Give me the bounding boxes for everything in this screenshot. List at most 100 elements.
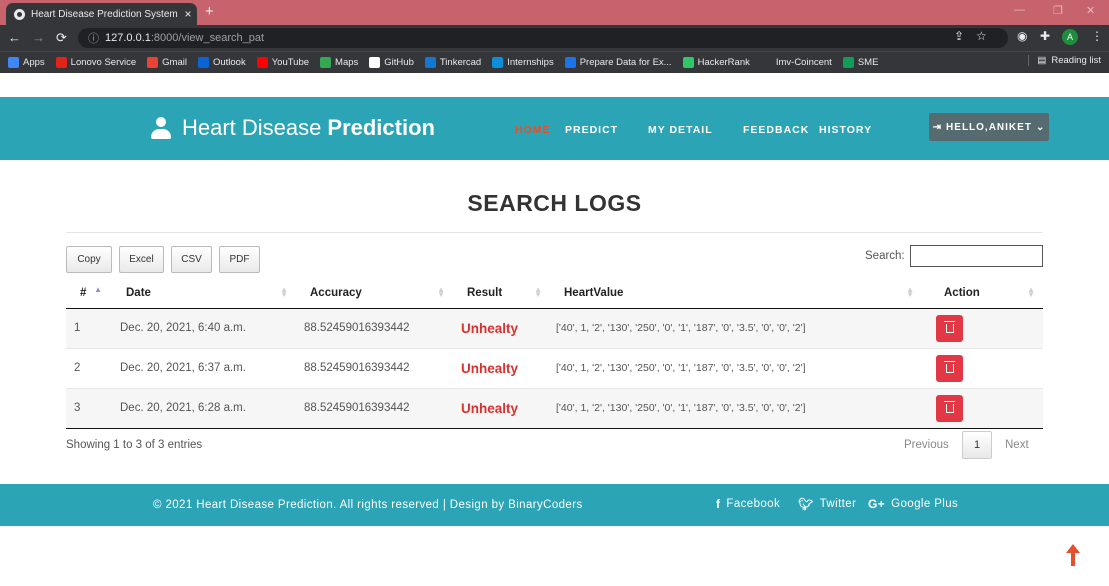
share-icon[interactable]: ⇪ [954, 29, 964, 43]
search-logs-table: # ▲ Date ▲ ▼ Accuracy ▲ ▼ Result ▲ ▼ HeartValue… [66, 278, 1043, 429]
menu-kebab-icon[interactable]: ⋮ [1091, 29, 1103, 43]
row-result: Unhealty [453, 308, 550, 349]
bookmark-item[interactable]: Tinkercad [424, 57, 482, 68]
brand-text-bold: Prediction [327, 115, 435, 140]
copy-button[interactable]: Copy [66, 246, 112, 273]
bookmark-item[interactable]: Apps [8, 57, 45, 68]
browser-tab[interactable]: Heart Disease Prediction System × [6, 3, 197, 25]
sort-asc-icon: ▲ [94, 285, 102, 294]
bookmark-item[interactable]: Prepare Data for Ex... [564, 57, 672, 68]
maximize-icon[interactable]: ❐ [1053, 4, 1063, 17]
bookmark-item[interactable]: YouTube [256, 57, 309, 68]
sheets-icon [842, 57, 854, 68]
next-button[interactable]: Next [1005, 439, 1029, 451]
user-menu-button[interactable]: ⇥ HELLO,ANIKET ⌄ [929, 113, 1049, 141]
column-header-action[interactable]: Action ▲ ▼ [922, 278, 1043, 309]
nav-feedback[interactable]: FEEDBACK [743, 124, 809, 136]
doctor-icon [150, 117, 172, 139]
close-window-icon[interactable]: ✕ [1086, 4, 1095, 17]
sort-icon: ▲ ▼ [1027, 285, 1035, 299]
twitter-label: Twitter [819, 498, 857, 510]
footer-copyright: © 2021 Heart Disease Prediction. All rig… [153, 499, 583, 511]
google-plus-icon: G+ [868, 497, 886, 511]
profile-avatar[interactable]: A [1062, 29, 1078, 45]
reading-list-label: Reading list [1051, 55, 1101, 66]
puzzle-icon[interactable]: ✚ [1040, 29, 1050, 43]
blank-icon [760, 57, 772, 68]
gmail-icon [147, 57, 159, 68]
column-header-date[interactable]: Date ▲ ▼ [110, 278, 296, 309]
facebook-label: Facebook [726, 498, 781, 510]
bookmark-item[interactable]: HackerRank [682, 57, 750, 68]
bookmark-label: GitHub [384, 57, 414, 68]
bookmark-label: SME [857, 57, 879, 68]
hackerrank-icon [682, 57, 694, 68]
reload-icon[interactable]: ⟳ [56, 30, 67, 46]
brand-logo[interactable]: Heart Disease Prediction [150, 115, 435, 141]
reading-list-button[interactable]: ▤ Reading list [1028, 55, 1101, 66]
column-header-result[interactable]: Result ▲ ▼ [453, 278, 550, 309]
row-action [922, 348, 1043, 389]
pdf-button[interactable]: PDF [219, 246, 260, 273]
nav-predict[interactable]: PREDICT [565, 124, 618, 136]
forward-icon[interactable]: → [32, 30, 45, 45]
search-input[interactable] [910, 245, 1043, 267]
delete-button[interactable] [936, 354, 963, 382]
twitter-link[interactable]: 🐦︎ Twitter [798, 497, 856, 511]
scroll-to-top-icon[interactable] [1066, 544, 1080, 566]
page-number-button[interactable]: 1 [962, 431, 992, 459]
facebook-link[interactable]: f Facebook [716, 497, 780, 511]
csv-button[interactable]: CSV [171, 246, 212, 273]
info-icon: ⓘ [88, 33, 99, 45]
minimize-icon[interactable]: — [1014, 4, 1025, 16]
coursera-icon [564, 57, 576, 68]
bookmark-label: Outlook [212, 57, 246, 68]
column-header-accuracy[interactable]: Accuracy ▲ ▼ [296, 278, 453, 309]
bookmark-label: Tinkercad [439, 57, 482, 68]
row-accuracy: 88.52459016393442 [296, 388, 453, 429]
avatar: A [1062, 29, 1078, 45]
nav-home[interactable]: HOME [515, 124, 551, 136]
delete-button[interactable] [936, 314, 963, 342]
nav-history[interactable]: HISTORY [819, 124, 872, 136]
row-heartvalue: ['40', 1, '2', '130', '250', '0', '1', '… [550, 388, 922, 429]
excel-button[interactable]: Excel [119, 246, 164, 273]
url-path: :8000/view_search_pat [150, 32, 265, 44]
bookmark-item[interactable]: Outlook [197, 57, 246, 68]
new-tab-button[interactable]: + [205, 3, 214, 20]
extension-g-icon[interactable]: ◉ [1017, 29, 1027, 43]
previous-button[interactable]: Previous [904, 439, 949, 451]
chevron-down-icon: ⌄ [1035, 121, 1046, 133]
star-icon[interactable]: ☆ [976, 29, 987, 43]
column-header-label: Date [126, 286, 151, 299]
column-header-label: Action [944, 286, 980, 299]
tab-close-button[interactable]: × [179, 7, 197, 21]
column-header-heartvalue[interactable]: HeartValue ▲ ▼ [550, 278, 922, 309]
row-action [922, 388, 1043, 429]
google-plus-label: Google Plus [891, 498, 959, 510]
search-label: Search: [865, 250, 905, 262]
bookmark-item[interactable]: SME [842, 57, 879, 68]
apps-grid-icon [8, 57, 19, 68]
lenovo-icon [55, 57, 67, 68]
google-plus-link[interactable]: G+ Google Plus [868, 497, 958, 511]
address-bar[interactable]: ⓘ 127.0.0.1 :8000/view_search_pat [78, 28, 1008, 48]
bookmark-item[interactable]: Maps [320, 57, 358, 68]
bookmark-item[interactable]: Gmail [147, 57, 187, 68]
column-header-num[interactable]: # ▲ [66, 278, 110, 309]
bookmark-item[interactable]: Imv-Coincent [760, 57, 832, 68]
bookmark-label: Gmail [162, 57, 187, 68]
bookmark-item[interactable]: Lonovo Service [55, 57, 137, 68]
globe-icon [14, 8, 25, 20]
bookmark-label: Maps [335, 57, 359, 68]
bookmark-item[interactable]: Internships [492, 57, 554, 68]
bookmark-item[interactable]: GitHub [369, 57, 414, 68]
bookmark-label: Lonovo Service [70, 57, 137, 68]
sign-in-icon: ⇥ [932, 121, 943, 133]
delete-button[interactable] [936, 394, 963, 422]
row-accuracy: 88.52459016393442 [296, 308, 453, 349]
site-footer: © 2021 Heart Disease Prediction. All rig… [0, 484, 1109, 526]
back-icon[interactable]: ← [8, 30, 21, 45]
nav-my-detail[interactable]: MY DETAIL [648, 124, 713, 136]
reading-list-icon: ▤ [1037, 55, 1047, 66]
